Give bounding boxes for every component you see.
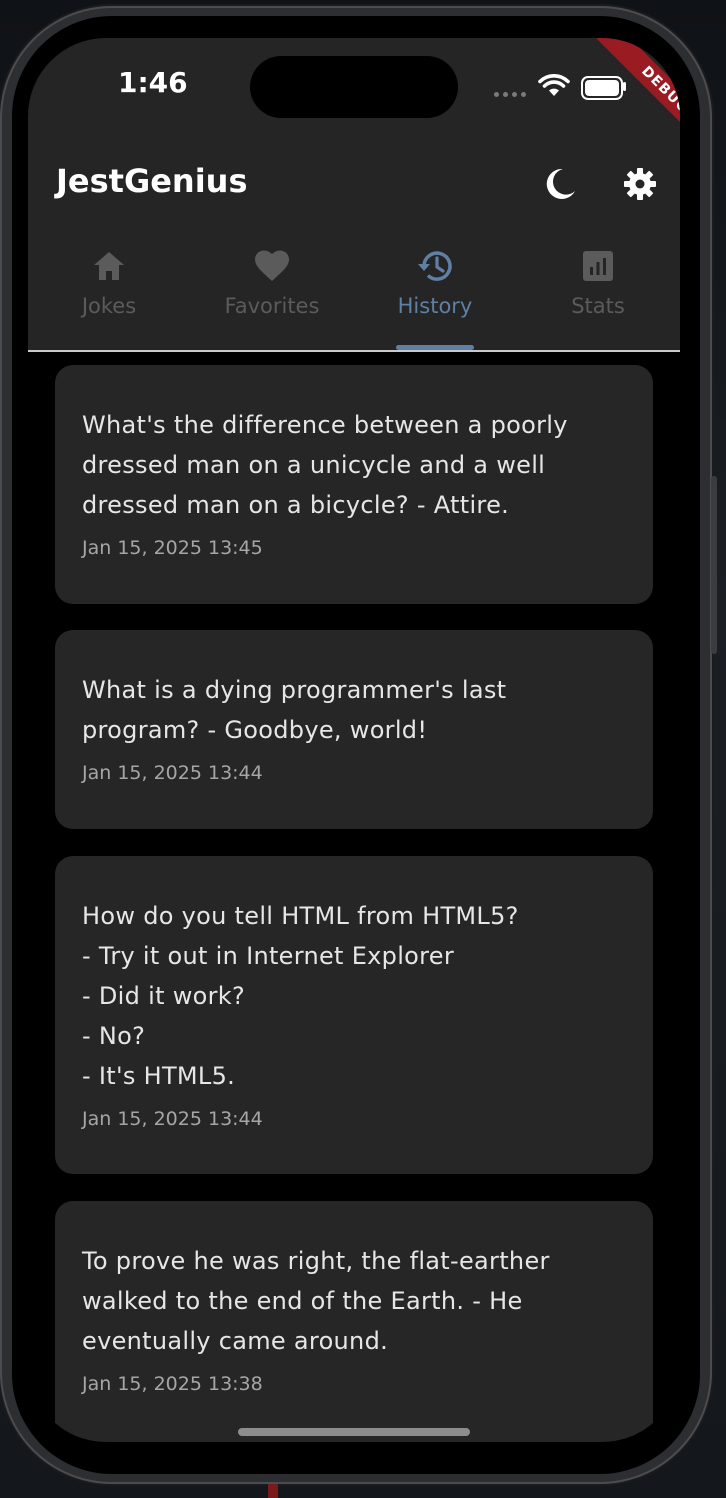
moon-icon [546, 168, 575, 199]
side-button [711, 476, 717, 654]
joke-timestamp: Jan 15, 2025 13:38 [82, 1373, 263, 1395]
tab-jokes[interactable]: Jokes [28, 248, 190, 348]
home-indicator[interactable] [238, 1428, 470, 1436]
app-bar-divider [28, 350, 680, 352]
tab-label: Stats [571, 294, 625, 318]
joke-timestamp: Jan 15, 2025 13:44 [82, 762, 263, 784]
battery-tip [623, 82, 626, 91]
dynamic-island [250, 56, 458, 118]
joke-text: How do you tell HTML from HTML5? - Try i… [82, 902, 519, 1090]
app-screen: 1:46 DEBUG JestGenius Jokes Favorites Hi… [28, 38, 680, 1442]
tab-label: History [397, 294, 473, 318]
status-time: 1:46 [118, 66, 188, 99]
joke-text: What is a dying programmer's last progra… [82, 676, 507, 744]
bar-chart-icon [583, 251, 613, 281]
signal-icon [494, 92, 526, 97]
joke-text: To prove he was right, the flat-earther … [82, 1247, 550, 1355]
tab-history[interactable]: History [354, 248, 516, 348]
joke-text: What's the difference between a poorly d… [82, 411, 568, 519]
history-card[interactable]: To prove he was right, the flat-earther … [55, 1201, 653, 1442]
tab-label: Jokes [81, 294, 137, 318]
tab-label: Favorites [224, 294, 320, 318]
app-title: JestGenius [56, 162, 248, 200]
background-accent [268, 1484, 278, 1498]
joke-timestamp: Jan 15, 2025 13:44 [82, 1108, 263, 1130]
history-icon [418, 251, 452, 281]
tab-favorites[interactable]: Favorites [191, 248, 353, 348]
tab-stats[interactable]: Stats [517, 248, 679, 348]
joke-timestamp: Jan 15, 2025 13:45 [82, 537, 263, 559]
settings-button[interactable] [618, 162, 662, 206]
history-card[interactable]: What is a dying programmer's last progra… [55, 630, 653, 829]
theme-toggle-button[interactable] [538, 162, 582, 206]
gear-icon [624, 168, 656, 200]
history-card[interactable]: How do you tell HTML from HTML5? - Try i… [55, 856, 653, 1174]
history-card[interactable]: What's the difference between a poorly d… [55, 365, 653, 604]
wifi-icon [538, 74, 570, 96]
home-icon [94, 252, 124, 280]
heart-icon [255, 250, 289, 281]
battery-icon [581, 76, 623, 100]
